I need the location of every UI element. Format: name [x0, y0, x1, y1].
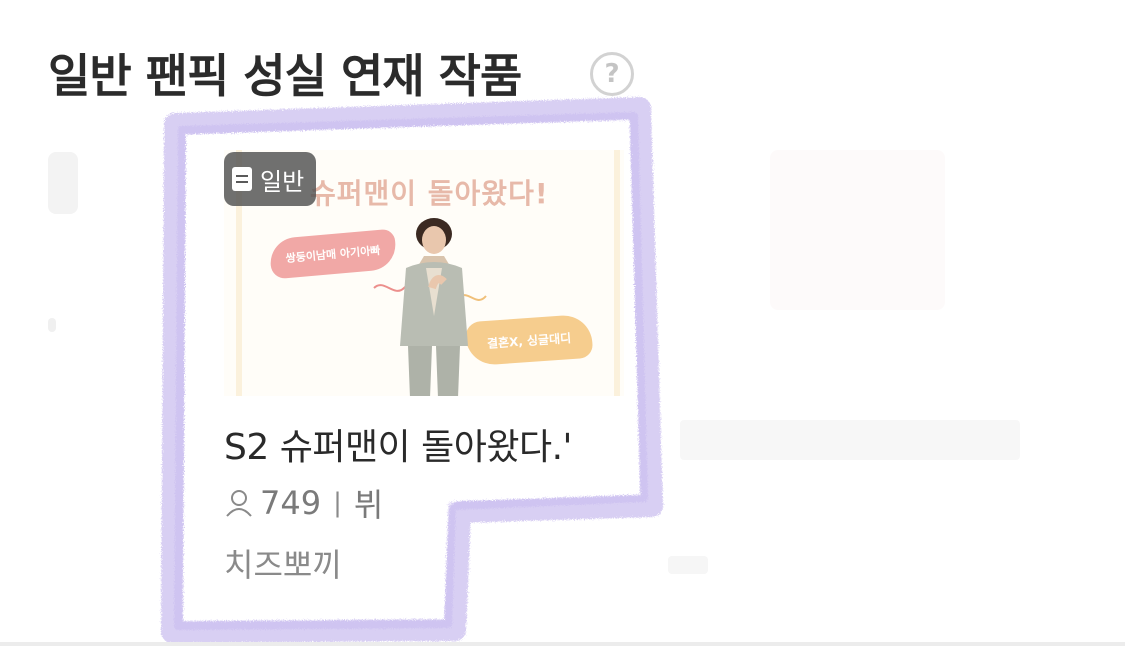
help-label: ?: [604, 59, 620, 89]
thumbnail-tag-left: 쌍둥이남매 아기아빠: [268, 228, 398, 280]
thumbnail-border-right: [614, 150, 620, 396]
genre-badge: 일반: [224, 152, 317, 206]
work-card[interactable]: 슈퍼맨이 돌아왔다! 쌍둥이남매 아기아빠 결혼X, 싱글대디 일반 S2 슈퍼…: [224, 150, 634, 590]
next-card-title[interactable]: [680, 420, 1020, 460]
view-count: 749: [260, 484, 322, 522]
genre-label: 뷔: [353, 486, 384, 524]
bottom-divider: [0, 642, 1125, 646]
next-card-thumbnail[interactable]: [770, 150, 945, 310]
meta-separator: |: [333, 488, 342, 518]
person-icon: [226, 490, 252, 517]
card-meta: 749 | 뷔: [224, 480, 383, 526]
author-name[interactable]: 치즈뽀끼: [224, 540, 342, 586]
card-thumbnail[interactable]: 슈퍼맨이 돌아왔다! 쌍둥이남매 아기아빠 결혼X, 싱글대디 일반: [224, 150, 624, 396]
section-title: 일반 팬픽 성실 연재 작품: [48, 49, 522, 103]
card-title[interactable]: S2 슈퍼맨이 돌아왔다.': [224, 418, 634, 470]
page: 일반 팬픽 성실 연재 작품 ? 슈퍼맨이 돌아왔다! 쌍둥이남매 아기아빠 결…: [0, 0, 1125, 646]
badge-label: 일반: [260, 167, 305, 196]
thumbnail-title: 슈퍼맨이 돌아왔다!: [310, 177, 549, 210]
question-circle-icon[interactable]: ?: [590, 52, 634, 96]
previous-card-thumbnail[interactable]: [48, 152, 78, 214]
person-illustration: [400, 218, 468, 396]
next-card-meta: [668, 556, 708, 574]
previous-card-fragment: [48, 318, 56, 332]
document-icon: [232, 167, 252, 191]
